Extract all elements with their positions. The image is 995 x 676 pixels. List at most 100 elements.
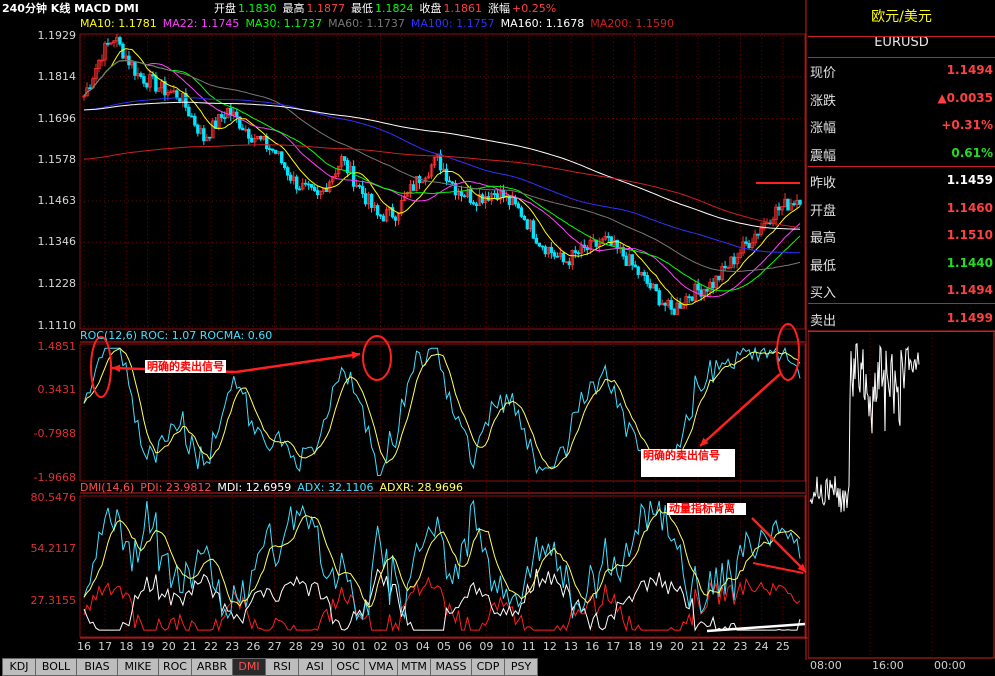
tab-arbr[interactable]: ARBR — [191, 658, 233, 676]
date-tick-label: 03 — [394, 640, 409, 653]
panel-divider — [808, 166, 995, 167]
candle-body — [459, 191, 464, 197]
candle-body — [672, 308, 676, 315]
date-tick-label: 24 — [754, 640, 769, 653]
tab-mike[interactable]: MIKE — [117, 658, 159, 676]
candle-body — [342, 156, 347, 161]
candle-body — [193, 115, 197, 126]
pane-frame-2 — [79, 495, 806, 638]
candle-body — [732, 256, 736, 265]
tab-mass[interactable]: MASS — [430, 658, 472, 676]
ma-legend-item: MA10: 1.1781 — [80, 17, 157, 30]
quote-label: 涨跌 — [810, 94, 837, 109]
high-label: 最高 — [282, 2, 305, 15]
candle-body — [522, 215, 527, 221]
high-value: 1.1877 — [306, 2, 346, 15]
candle-body — [286, 167, 290, 176]
tab-bias[interactable]: BIAS — [76, 658, 118, 676]
price-tick-label: 1.1463 — [37, 194, 77, 207]
change-value: +0.25% — [512, 2, 557, 15]
arrow-head — [112, 364, 121, 373]
panel-divider — [808, 331, 995, 332]
price-tick-label: 1.1346 — [37, 235, 77, 249]
dmi-tick-label: 27.3155 — [30, 593, 77, 607]
tab-kdj[interactable]: KDJ — [2, 658, 36, 676]
chart-header: 240分钟 K线 MACD DMI — [2, 2, 145, 16]
candle-body — [265, 135, 269, 150]
candle-body — [202, 128, 206, 142]
roc-tick-label: 0.3431 — [37, 383, 77, 397]
ma-legend-item: MA160: 1.1678 — [500, 17, 585, 30]
dmi-tick-label: 54.2117 — [30, 541, 77, 555]
pair-symbol: EURUSD — [874, 35, 929, 50]
candle-body — [247, 128, 251, 139]
adx-value: ADX: 32.1106 — [297, 481, 374, 494]
ma-legend-item: MA22: 1.1745 — [162, 17, 240, 30]
candle-body — [369, 193, 374, 208]
candle-body — [196, 124, 200, 134]
candle-body — [411, 184, 416, 191]
close-value: 1.1861 — [443, 2, 483, 15]
quote-label: 最高 — [810, 231, 837, 246]
candle-body — [268, 148, 272, 151]
date-tick-label: 06 — [458, 640, 473, 653]
quote-value: 1.1494 — [946, 63, 993, 77]
date-tick-label: 02 — [373, 640, 388, 653]
date-tick-label: 22 — [712, 640, 727, 653]
candle-body — [297, 188, 302, 191]
tab-osc[interactable]: OSC — [331, 658, 365, 676]
quote-value: ▲0.0035 — [937, 91, 993, 105]
ma-legend-item: MA200: 1.1590 — [590, 17, 674, 30]
change-label: 涨幅 — [488, 2, 510, 15]
price-tick-label: 1.1814 — [37, 69, 77, 83]
candle-body — [519, 207, 524, 217]
date-tick-label: 22 — [204, 640, 219, 653]
candle-body — [744, 241, 748, 244]
candle-body — [687, 296, 691, 299]
candle-body — [552, 252, 557, 257]
tab-asi[interactable]: ASI — [298, 658, 332, 676]
candle-body — [657, 290, 661, 306]
price-tick-label: 1.1696 — [37, 111, 77, 125]
tab-dmi[interactable]: DMI — [232, 658, 266, 676]
quote-value: 1.1459 — [946, 173, 993, 187]
time-tick-label: 08:00 — [810, 659, 842, 672]
dmi-name: DMI(14,6) — [80, 481, 135, 494]
date-tick-label: 10 — [500, 640, 515, 653]
divergence-label: 动量指标背离 — [667, 503, 746, 515]
candle-body — [306, 183, 311, 186]
price-tick-label: 1.1578 — [37, 153, 77, 167]
tab-roc[interactable]: ROC — [158, 658, 192, 676]
candle-body — [375, 205, 380, 216]
tab-psy[interactable]: PSY — [504, 658, 538, 676]
candle-body — [274, 149, 278, 154]
candle-body — [220, 114, 224, 118]
roc-tick-label: -0.7988 — [33, 426, 76, 440]
candle-body — [447, 180, 452, 183]
tab-vma[interactable]: VMA — [364, 658, 398, 676]
candle-body — [468, 189, 473, 203]
candle-body — [777, 206, 781, 211]
tab-mtm[interactable]: MTM — [397, 658, 431, 676]
candle-body — [187, 106, 191, 117]
ma-legend-item: MA60: 1.1737 — [328, 17, 405, 30]
candle-body — [351, 166, 356, 187]
candle-body — [696, 283, 700, 291]
date-tick-label: 23 — [733, 640, 748, 653]
candle-body — [280, 151, 284, 164]
tab-cdp[interactable]: CDP — [471, 658, 505, 676]
candle-body — [283, 162, 287, 169]
panel-divider — [808, 57, 995, 58]
tab-boll[interactable]: BOLL — [35, 658, 77, 676]
highlight-ellipse — [362, 335, 392, 381]
candle-body — [462, 195, 467, 198]
quote-label: 开盘 — [810, 204, 837, 219]
date-tick-label: 12 — [542, 640, 557, 653]
candle-body — [450, 181, 455, 184]
candle-body — [516, 203, 521, 209]
tab-rsi[interactable]: RSI — [265, 658, 299, 676]
candle-body — [118, 37, 122, 45]
candle-body — [139, 73, 143, 77]
quote-value: 1.1494 — [946, 283, 993, 297]
candle-body — [303, 182, 308, 185]
